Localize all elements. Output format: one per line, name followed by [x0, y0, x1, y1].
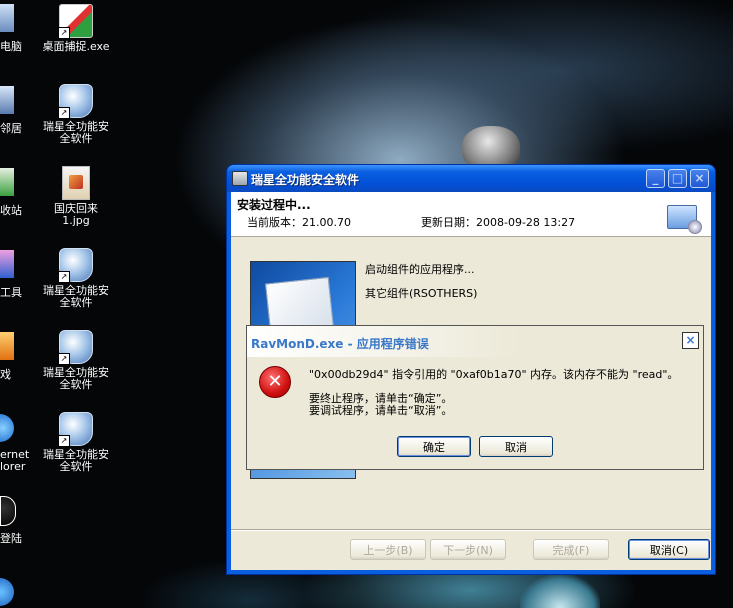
rising-shield-icon: ↗	[58, 412, 93, 447]
error-close-button[interactable]: ×	[682, 332, 699, 349]
desktop-icon-tools-label[interactable]: 工具	[0, 284, 22, 300]
error-cancel-button[interactable]: 取消	[479, 436, 553, 457]
game-icon[interactable]	[0, 332, 14, 360]
current-version: 当前版本：21.00.70	[247, 216, 351, 229]
jpg-file-icon	[62, 166, 90, 200]
window-app-icon	[232, 171, 248, 186]
computer-install-icon	[667, 205, 702, 234]
status-line-2: 其它组件(RSOTHERS)	[365, 287, 478, 300]
close-button[interactable]: ×	[690, 169, 709, 188]
desktop-icon-photo[interactable]: 国庆回来1.jpg	[36, 166, 116, 227]
recycle-bin-icon[interactable]	[0, 168, 14, 196]
desktop-icon-label: 瑞星全功能安全软件	[43, 366, 109, 391]
desktop-icon-my-computer-label[interactable]: 电脑	[0, 38, 22, 54]
error-instruction-debug: 要调试程序，请单击“取消”。	[309, 404, 453, 417]
rising-shield-icon: ↗	[58, 330, 93, 365]
rising-shield-icon: ↗	[58, 84, 93, 119]
desktop-icon-recycle-label[interactable]: 收站	[0, 202, 22, 218]
installer-title: 瑞星全功能安全软件	[251, 173, 360, 187]
cancel-button[interactable]: 取消(C)	[628, 539, 710, 560]
installer-titlebar[interactable]: 瑞星全功能安全软件 _ □ ×	[227, 165, 715, 192]
footer-divider	[231, 529, 711, 531]
desktop-icon-label: 瑞星全功能安全软件	[43, 284, 109, 309]
desktop-icon-rising-2[interactable]: ↗ 瑞星全功能安全软件	[36, 248, 116, 309]
error-message: "0x00db29d4" 指令引用的 "0xaf0b1a70" 内存。该内存不能…	[309, 368, 679, 381]
rising-shield-icon: ↗	[58, 248, 93, 283]
wallpaper-figure-head	[462, 126, 520, 170]
desktop-icon-qq-label[interactable]: 登陆	[0, 530, 22, 546]
update-date: 更新日期：2008-09-28 13:27	[421, 216, 576, 229]
desktop-icon-label: 瑞星全功能安全软件	[43, 120, 109, 145]
desktop-icon-capture[interactable]: ↗ 桌面捕捉.exe	[36, 4, 116, 53]
back-button[interactable]: 上一步(B)	[350, 539, 426, 560]
desktop-icon-label: 瑞星全功能安全软件	[43, 448, 109, 473]
desktop-icon-game-label[interactable]: 戏	[0, 366, 11, 382]
installer-header: 安装过程中... 当前版本：21.00.70 更新日期：2008-09-28 1…	[231, 192, 711, 237]
desktop-icon-label: 国庆回来1.jpg	[54, 202, 98, 227]
desktop-icon-ie-label-2[interactable]: lorer	[0, 460, 25, 473]
computer-icon[interactable]	[0, 4, 14, 32]
ok-button[interactable]: 确定	[397, 436, 471, 457]
network-icon[interactable]	[0, 86, 14, 114]
desktop-icon-rising-4[interactable]: ↗ 瑞星全功能安全软件	[36, 412, 116, 473]
capture-app-icon: ↗	[58, 4, 93, 39]
wallpaper-figure-bottom	[520, 575, 600, 608]
desktop-icon-label: 桌面捕捉.exe	[42, 40, 110, 53]
error-icon: ✕	[259, 366, 291, 398]
status-line-1: 启动组件的应用程序...	[365, 263, 475, 276]
error-dialog-title: RavMonD.exe - 应用程序错误	[251, 337, 429, 351]
error-dialog-titlebar[interactable]: RavMonD.exe - 应用程序错误 ×	[247, 326, 703, 357]
desktop-icon-rising-1[interactable]: ↗ 瑞星全功能安全软件	[36, 84, 116, 145]
desktop-icon-network-label[interactable]: 邻居	[0, 120, 22, 136]
minimize-button[interactable]: _	[646, 169, 665, 188]
next-button[interactable]: 下一步(N)	[430, 539, 506, 560]
maximize-button[interactable]: □	[668, 169, 687, 188]
desktop-icon-rising-3[interactable]: ↗ 瑞星全功能安全软件	[36, 330, 116, 391]
finish-button[interactable]: 完成(F)	[533, 539, 609, 560]
tools-icon[interactable]	[0, 250, 14, 278]
error-dialog: RavMonD.exe - 应用程序错误 × ✕ "0x00db29d4" 指令…	[246, 325, 704, 470]
install-heading: 安装过程中...	[237, 198, 311, 212]
